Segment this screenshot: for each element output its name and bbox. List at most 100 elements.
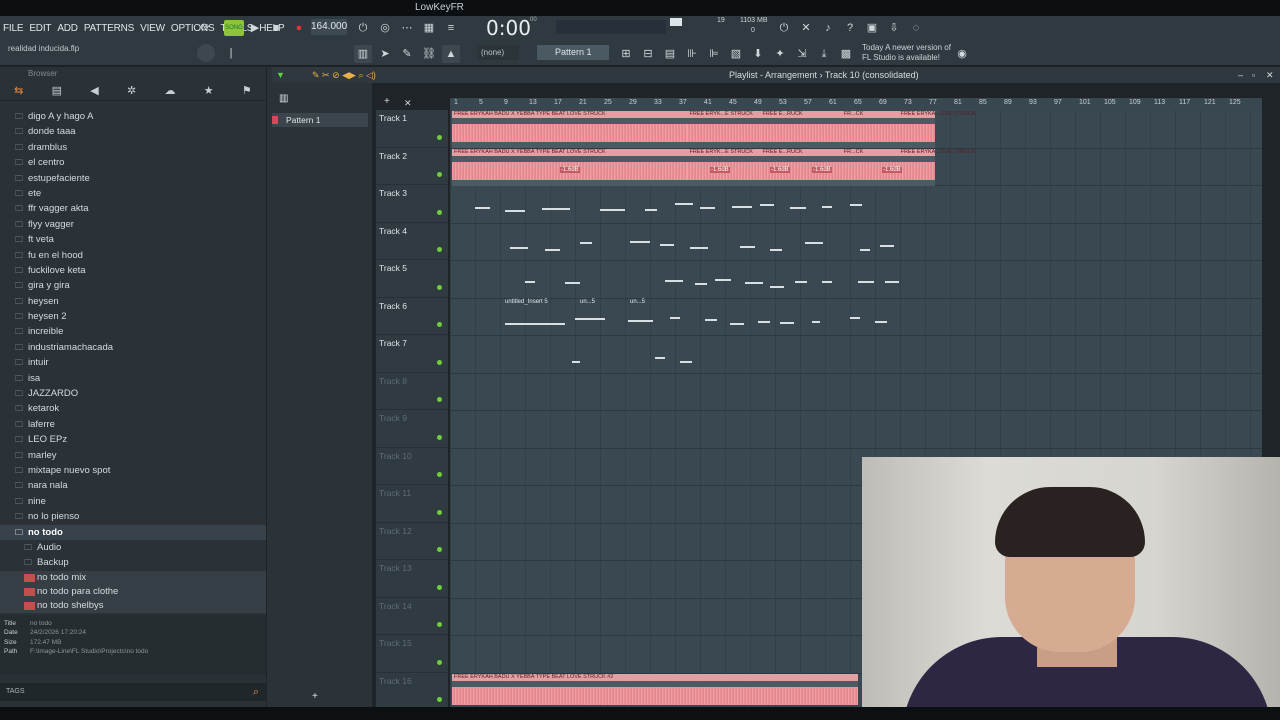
browser-folder-item[interactable]: 🗀 LEO EPz [0, 432, 266, 447]
pattern-note[interactable] [525, 281, 535, 283]
browser-icon[interactable]: ▧ [727, 45, 745, 63]
pattern-selector[interactable]: Pattern 1 [537, 45, 609, 60]
track-header[interactable]: Track 14 [376, 598, 448, 635]
browser-folder-item[interactable]: 🗀 ffr vagger akta [0, 201, 266, 216]
pattern-note[interactable] [795, 281, 807, 283]
track-mute-led[interactable] [437, 209, 442, 215]
pattern-note[interactable] [770, 248, 782, 251]
track-header[interactable]: Track 12 [376, 523, 448, 560]
pattern-note[interactable] [790, 207, 806, 209]
pattern-note[interactable] [850, 316, 860, 319]
pattern-note[interactable] [760, 204, 774, 206]
pattern-note[interactable] [695, 283, 707, 285]
pattern-note[interactable] [660, 243, 674, 246]
download-arrow-icon[interactable]: ⤓ [815, 45, 833, 63]
menu-patterns[interactable]: PATTERNS [81, 23, 137, 34]
pattern-note[interactable] [630, 240, 650, 243]
track-header[interactable]: Track 9 [376, 410, 448, 448]
pattern-note[interactable] [505, 322, 565, 325]
song-mode-button[interactable]: SONG [224, 20, 244, 36]
microphone-icon[interactable]: ♪ [819, 19, 837, 37]
pattern-note[interactable] [732, 206, 752, 208]
audio-clip[interactable]: FREE ERYKAH BADU X YEBBA TYPE BEAT LOVE … [452, 111, 688, 148]
master-pitch-slider[interactable]: | [222, 44, 240, 62]
pattern-note[interactable] [822, 206, 832, 208]
pattern-note[interactable] [675, 203, 693, 205]
menu-view[interactable]: VIEW [137, 23, 168, 34]
globe-icon[interactable]: ◉ [953, 45, 971, 63]
add-track-icon[interactable]: + [384, 96, 390, 107]
pattern-note[interactable] [730, 322, 744, 325]
browser-folder-item[interactable]: 🗀 intuir [0, 355, 266, 370]
track-header[interactable]: Track 6 [376, 298, 448, 335]
download-icon[interactable]: ⇩ [885, 19, 903, 37]
browser-plugin-icon[interactable]: ✲ [127, 84, 136, 97]
track-header[interactable]: Track 4 [376, 223, 448, 260]
tags-bar[interactable]: TAGS [0, 683, 266, 701]
pattern-note[interactable] [545, 248, 560, 251]
metronome-icon[interactable]: ⏻ [354, 19, 372, 37]
pattern-note[interactable] [665, 280, 683, 282]
browser-folder-item[interactable]: 🗀 fu en el hood [0, 248, 266, 263]
mixer-icon[interactable]: ⊟ [639, 45, 657, 63]
pattern-note[interactable] [822, 281, 832, 283]
browser-folder-item[interactable]: 🗀 digo A y hago A [0, 109, 266, 124]
browser-folder-item[interactable]: 🗀 industriamachacada [0, 340, 266, 355]
pattern-note[interactable] [655, 357, 665, 359]
pattern-note[interactable] [880, 244, 894, 247]
link-icon[interactable]: ⛓ [420, 45, 438, 63]
audio-clip[interactable]: FREE E...RUCK [760, 111, 842, 148]
step-edit-icon[interactable]: ▦ [420, 19, 438, 37]
track-header[interactable]: Track 15 [376, 635, 448, 673]
maximize-icon[interactable]: ▫ [1252, 67, 1255, 83]
pattern-note[interactable] [700, 207, 715, 209]
browser-folder-item[interactable]: 🗀 Backup [0, 555, 266, 570]
audio-clip[interactable]: FREE ERYK...E STRUCK [687, 111, 761, 148]
track-header[interactable]: Track 5 [376, 260, 448, 298]
browser-folder-item[interactable]: 🗀 heysen 2 [0, 309, 266, 324]
tempo-display[interactable]: 164.000 [311, 19, 347, 35]
pattern-note[interactable] [885, 281, 899, 283]
audio-clip[interactable]: FREE ERYKA...OVE STRUCK [898, 111, 976, 148]
browser-folder-item[interactable]: 🗀 dramblus [0, 140, 266, 155]
browser-file-item[interactable]: no todo shelbys [0, 598, 266, 613]
timeline-ruler[interactable]: 1 5 9 13 17 21 25 29 33 37 41 45 49 53 57 61 65 69 73 77 81 8… [450, 98, 1262, 110]
pattern-note[interactable] [858, 281, 874, 283]
menu-add[interactable]: ADD [54, 23, 81, 34]
audio-clip[interactable]: FR...CK [841, 111, 899, 148]
picker-pattern-1[interactable]: Pattern 1 [272, 113, 368, 127]
track-mute-led[interactable] [437, 584, 442, 590]
plugin-icon[interactable]: ⬇ [749, 45, 767, 63]
pattern-note[interactable] [505, 210, 525, 212]
save-icon[interactable]: ▣ [863, 19, 881, 37]
master-volume-knob[interactable] [197, 44, 215, 62]
menu-edit[interactable]: EDIT [26, 23, 54, 34]
pattern-note[interactable] [705, 318, 717, 321]
blend-notes-icon[interactable]: ≡ [442, 19, 460, 37]
track-mute-led[interactable] [437, 697, 442, 702]
track-mute-led[interactable] [437, 547, 442, 552]
pattern-note[interactable] [812, 320, 820, 323]
browser-files-icon[interactable]: ▤ [52, 84, 62, 97]
piano-icon[interactable]: ▥ [354, 45, 372, 63]
search-icon[interactable]: ⌕ [247, 683, 265, 701]
track-mute-led[interactable] [437, 509, 442, 515]
browser-folder-item[interactable]: 🗀 ketarok [0, 401, 266, 416]
pattern-note[interactable] [580, 241, 592, 244]
browser-tag-icon[interactable]: ⚑ [242, 84, 252, 97]
loop-icon[interactable]: ⟳ [196, 19, 214, 37]
track-header[interactable]: Track 7 [376, 335, 448, 373]
track-header[interactable]: Track 10 [376, 448, 448, 485]
pattern-note[interactable] [510, 246, 528, 249]
browser-folder-item[interactable]: 🗀 no todo [0, 524, 266, 540]
browser-folder-item[interactable]: 🗀 marley [0, 448, 266, 463]
track-mute-led[interactable] [437, 659, 442, 665]
pattern-note[interactable] [575, 317, 605, 320]
playlist-tools-icons[interactable]: ✎ ✂ ⊘ ◀▶ ⌕ ◁) [312, 67, 376, 83]
performance-icon[interactable]: ✦ [771, 45, 789, 63]
browser-folder-item[interactable]: 🗀 mixtape nuevo spot [0, 463, 266, 478]
store-icon[interactable]: ▩ [837, 45, 855, 63]
pattern-note[interactable] [860, 248, 870, 251]
record-icon[interactable]: ● [290, 19, 308, 37]
track-mute-led[interactable] [437, 134, 442, 140]
